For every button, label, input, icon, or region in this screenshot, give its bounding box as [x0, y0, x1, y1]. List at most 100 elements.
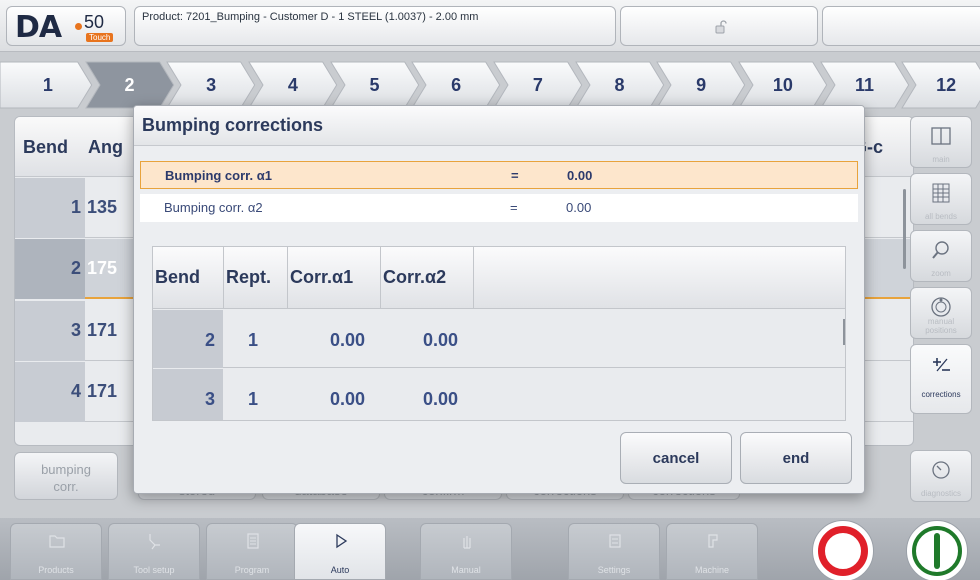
- cancel-button[interactable]: cancel: [620, 432, 732, 484]
- nav-tool-setup[interactable]: Tool setup: [108, 523, 200, 580]
- side-button-diagnostics[interactable]: diagnostics: [910, 450, 972, 502]
- plus-minus-icon: [933, 358, 950, 372]
- header-separator: [287, 247, 288, 309]
- header-separator: [473, 247, 474, 309]
- document-icon: [247, 533, 259, 549]
- nav-manual[interactable]: Manual: [420, 523, 512, 580]
- step-label: 6: [451, 74, 462, 95]
- nav-label: Products: [38, 565, 74, 575]
- tool-icon: [149, 534, 160, 550]
- nav-products[interactable]: Products: [10, 523, 102, 580]
- side-button-manual-positions[interactable]: manual positions: [910, 287, 972, 339]
- nav-label: Program: [234, 565, 270, 575]
- side-button-label: diagnostics: [920, 489, 962, 498]
- side-button-label: corrections: [921, 390, 961, 399]
- corrections-table-header: Bend Rept. Corr.α1 Corr.α2: [153, 247, 845, 309]
- unlocked-padlock-icon: [715, 20, 727, 34]
- step-label: 9: [696, 74, 707, 95]
- start-bar: [934, 533, 940, 569]
- row-bend-cell: 4: [15, 362, 85, 422]
- cell-corr-a2[interactable]: 0.00: [423, 330, 458, 351]
- param-row-corr-a1[interactable]: Bumping corr. α1 = 0.00: [140, 161, 858, 189]
- product-line: Product: 7201_Bumping - Customer D - 1 S…: [142, 11, 479, 23]
- cell-corr-a2[interactable]: 0.00: [423, 389, 458, 410]
- cell-rept: 1: [248, 389, 259, 409]
- row-bend: 3: [70, 320, 81, 340]
- table-scrollbar[interactable]: [903, 189, 906, 269]
- row-bend: 2: [70, 258, 81, 278]
- header-bar: DA 50 Touch Product: 7201_Bumping - Cust…: [0, 0, 980, 52]
- row-bend-cell: 1: [15, 178, 85, 238]
- row-bend-cell: 2: [15, 239, 85, 299]
- param-equals: =: [511, 168, 519, 183]
- side-button-all-bends[interactable]: all bends: [910, 173, 972, 225]
- side-button-label: main: [932, 155, 950, 164]
- nav-settings[interactable]: Settings: [568, 523, 660, 580]
- product-info[interactable]: Product: 7201_Bumping - Customer D - 1 S…: [134, 6, 616, 46]
- step-label: 7: [532, 74, 543, 95]
- side-button-zoom[interactable]: zoom: [910, 230, 972, 282]
- row-angle: 175: [87, 258, 118, 278]
- row-bend: 1: [70, 197, 81, 217]
- step-label: 10: [772, 74, 793, 95]
- start-button[interactable]: [906, 520, 968, 580]
- step-label: 1: [42, 74, 53, 95]
- step-tab-12[interactable]: 12: [898, 56, 980, 114]
- nav-label: Settings: [597, 565, 631, 575]
- logo-model: 50: [84, 12, 105, 32]
- cell-corr-a1[interactable]: 0.00: [330, 389, 365, 410]
- header-angle: Ang: [88, 137, 123, 157]
- step-label: 5: [369, 74, 380, 95]
- machine-icon: [708, 534, 718, 548]
- step-label: 3: [206, 74, 217, 95]
- header-separator: [223, 247, 224, 309]
- nav-machine[interactable]: Machine: [666, 523, 758, 580]
- row-angle: 135: [87, 197, 118, 217]
- table-scrollbar[interactable]: [843, 319, 845, 345]
- side-button-main[interactable]: main: [910, 116, 972, 168]
- step-label: 8: [614, 74, 625, 95]
- header-corr-a2: Corr.α2: [383, 267, 447, 287]
- lock-button[interactable]: [620, 6, 818, 46]
- side-button-label: zoom: [931, 269, 951, 278]
- side-button-label: all bends: [924, 212, 958, 221]
- table-grid-icon: [932, 183, 950, 203]
- table-row[interactable]: 3 1 0.00 0.00: [153, 369, 845, 420]
- param-row-corr-a2[interactable]: Bumping corr. α2 = 0.00: [140, 194, 858, 222]
- nav-auto[interactable]: Auto: [294, 523, 386, 580]
- nav-label: Tool setup: [133, 565, 175, 575]
- folder-icon: [49, 535, 65, 548]
- cell-rept: 1: [248, 330, 259, 350]
- step-label: 4: [287, 74, 298, 95]
- cell-corr-a1[interactable]: 0.00: [330, 330, 365, 351]
- row-bend-cell: 3: [15, 301, 85, 361]
- row-angle: 171: [87, 381, 118, 401]
- stop-button[interactable]: [812, 520, 874, 580]
- dialog-title: Bumping corrections: [142, 115, 324, 135]
- step-label: 11: [854, 74, 874, 95]
- header-corr-a1: Corr.α1: [290, 267, 354, 287]
- header-rept: Rept.: [226, 267, 271, 287]
- bumping-corr-button[interactable]: bumping corr.: [14, 452, 118, 500]
- hand-icon: [463, 536, 471, 549]
- row-bend: 4: [70, 381, 81, 401]
- side-button-corrections[interactable]: corrections: [910, 344, 972, 414]
- nav-label: Auto: [330, 565, 350, 575]
- gauge-icon: [932, 461, 950, 479]
- cell-bend: 2: [205, 330, 216, 350]
- header-bend: Bend: [23, 137, 68, 157]
- corrections-table: Bend Rept. Corr.α1 Corr.α2 2 1 0.00 0.00…: [152, 246, 846, 421]
- end-button[interactable]: end: [740, 432, 852, 484]
- stop-icon: [818, 526, 868, 576]
- logo-badge: Touch: [86, 33, 114, 42]
- nav-label: Machine: [694, 565, 730, 575]
- param-value[interactable]: 0.00: [566, 200, 591, 215]
- split-view-icon: [931, 127, 951, 145]
- table-row[interactable]: 2 1 0.00 0.00: [153, 310, 845, 368]
- da-logo: DA 50 Touch: [6, 6, 126, 46]
- nav-program[interactable]: Program: [206, 523, 298, 580]
- magnifier-icon: [932, 241, 949, 259]
- param-value[interactable]: 0.00: [567, 168, 592, 183]
- cell-bend: 3: [205, 389, 216, 409]
- bumping-corrections-dialog: Bumping corrections Bumping corr. α1 = 0…: [133, 105, 865, 494]
